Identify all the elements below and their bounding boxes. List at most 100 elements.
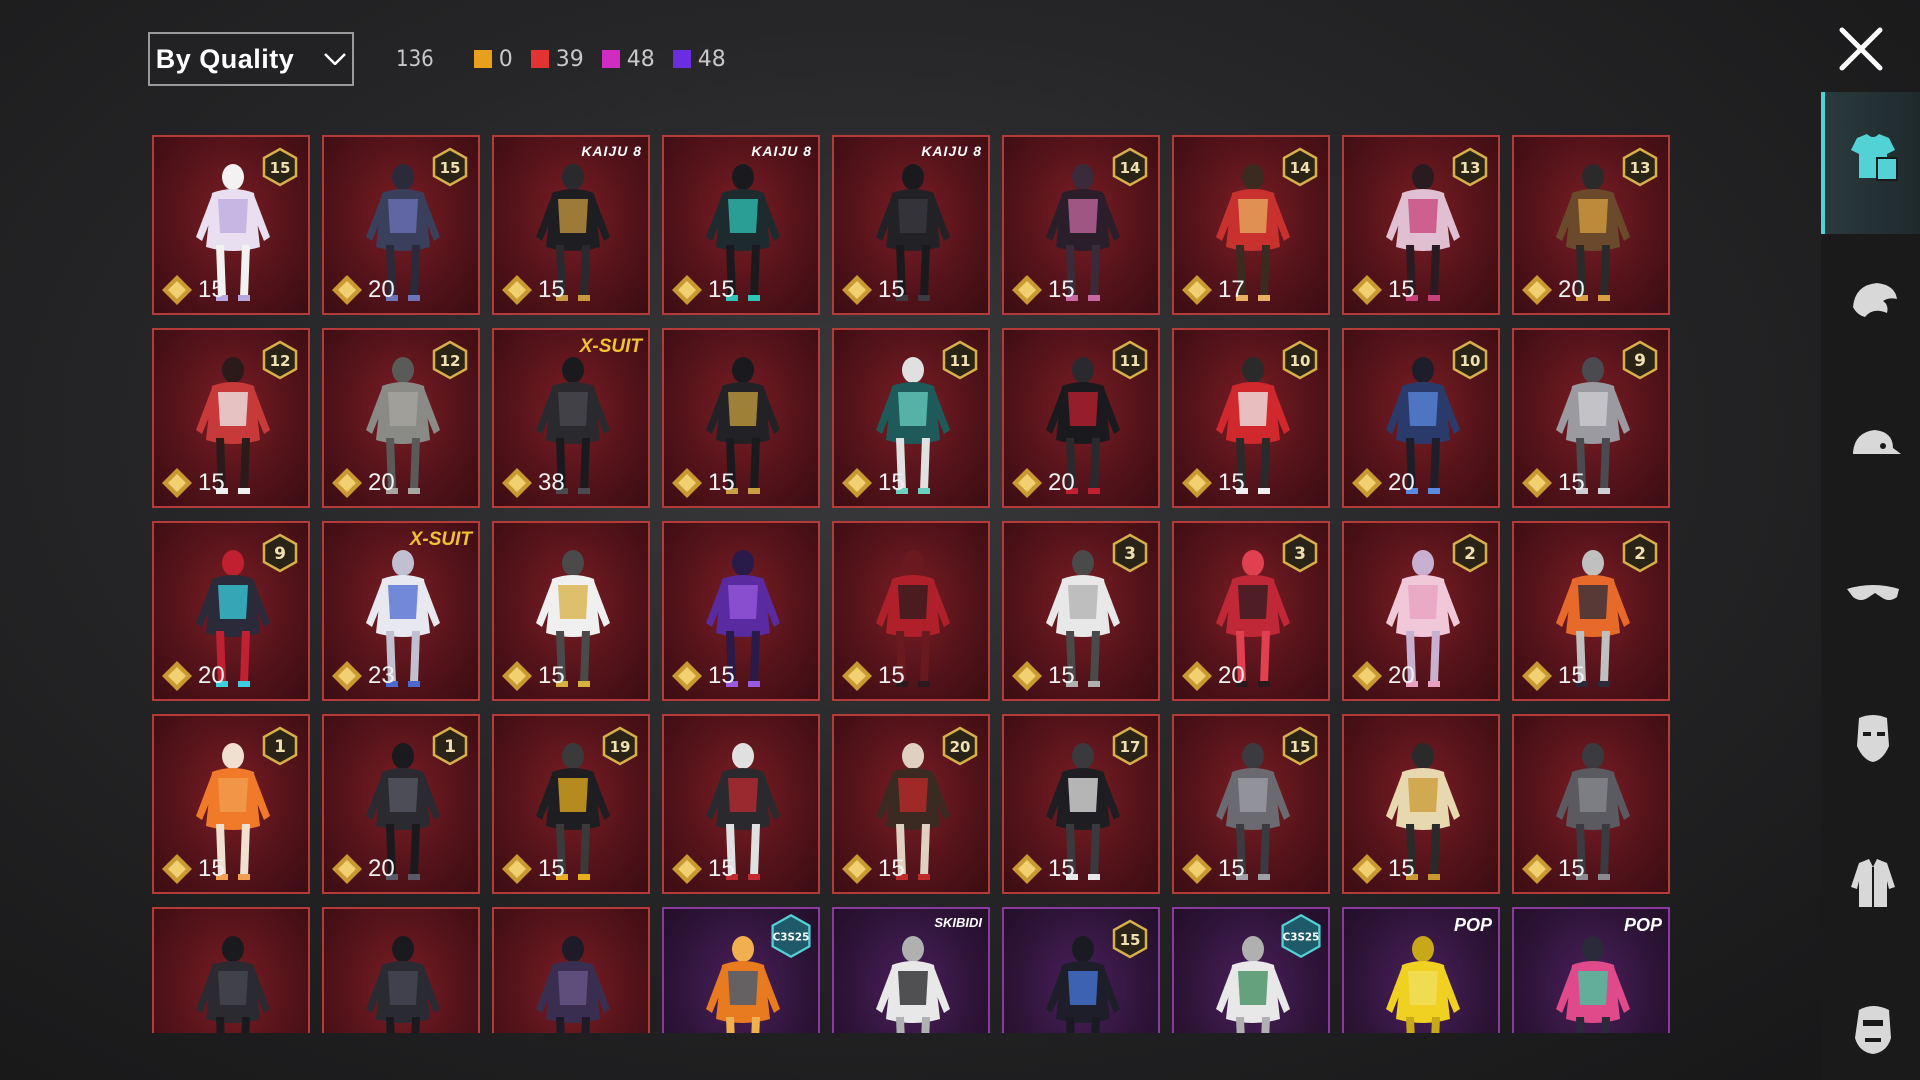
sidebar-tab-cap[interactable] — [1843, 418, 1903, 478]
outfit-card[interactable]: KAIJU 8 15 — [832, 135, 990, 315]
price-tag: 15 — [160, 466, 225, 500]
jacket-icon — [1851, 859, 1895, 907]
currency-icon — [1522, 275, 1552, 305]
outfit-card[interactable]: 15 15 — [1172, 714, 1330, 894]
outfit-card[interactable]: 15 — [1002, 907, 1160, 1033]
outfit-card[interactable]: 17 15 — [1002, 714, 1160, 894]
sidebar-tab-outfit[interactable] — [1843, 128, 1903, 188]
outfit-card[interactable]: 9 20 — [152, 521, 310, 701]
outfit-card[interactable]: POP — [1342, 907, 1500, 1033]
outfit-card[interactable]: X-SUIT 23 — [322, 521, 480, 701]
price-tag: 15 — [670, 466, 735, 500]
outfit-card[interactable]: 13 15 — [1342, 135, 1500, 315]
outfit-card[interactable]: 14 17 — [1172, 135, 1330, 315]
face-icon — [1855, 1006, 1891, 1054]
outfit-card[interactable]: KAIJU 8 15 — [492, 135, 650, 315]
currency-icon — [1012, 854, 1042, 884]
svg-text:9: 9 — [274, 544, 286, 564]
price-tag: 20 — [1010, 466, 1075, 500]
price-tag: 15 — [500, 659, 565, 693]
outfit-card[interactable]: 15 — [1342, 714, 1500, 894]
price-value: 20 — [198, 662, 225, 689]
outfit-card[interactable]: X-SUIT 38 — [492, 328, 650, 508]
outfit-card[interactable]: 13 20 — [1512, 135, 1670, 315]
price-value: 15 — [198, 276, 225, 303]
outfit-card[interactable]: SKIBIDI — [832, 907, 990, 1033]
outfit-card[interactable] — [152, 907, 310, 1033]
price-value: 20 — [1218, 662, 1245, 689]
outfit-card[interactable]: 20 15 — [832, 714, 990, 894]
outfit-card[interactable]: 19 15 — [492, 714, 650, 894]
outfit-card[interactable]: 10 15 — [1172, 328, 1330, 508]
outfit-card[interactable]: 15 — [662, 714, 820, 894]
outfit-card[interactable]: 2 20 — [1342, 521, 1500, 701]
outfit-card[interactable]: 12 20 — [322, 328, 480, 508]
svg-text:11: 11 — [950, 352, 971, 370]
outfit-card[interactable]: 14 15 — [1002, 135, 1160, 315]
svg-text:19: 19 — [610, 738, 631, 756]
outfit-card[interactable]: KAIJU 8 15 — [662, 135, 820, 315]
outfit-card[interactable] — [322, 907, 480, 1033]
sidebar-tab-jacket[interactable] — [1843, 853, 1903, 913]
price-value: 15 — [1218, 469, 1245, 496]
outfit-card[interactable]: 12 15 — [152, 328, 310, 508]
outfit-card[interactable]: 15 — [832, 521, 990, 701]
price-value: 15 — [198, 469, 225, 496]
price-tag: 15 — [1520, 466, 1585, 500]
outfit-card[interactable]: 10 20 — [1342, 328, 1500, 508]
sidebar-tab-hair[interactable] — [1843, 273, 1903, 333]
quality-swatch — [473, 50, 492, 68]
price-value: 15 — [1048, 276, 1075, 303]
currency-icon — [672, 854, 702, 884]
outfit-card[interactable]: 3 20 — [1172, 521, 1330, 701]
price-tag: 15 — [840, 273, 905, 307]
price-value: 15 — [538, 855, 565, 882]
outfit-card[interactable]: 15 — [492, 521, 650, 701]
level-badge-icon: 15 — [1112, 919, 1148, 959]
category-sidebar — [1821, 92, 1920, 1080]
outfit-card[interactable]: 1 15 — [152, 714, 310, 894]
outfit-card[interactable]: C3S25 — [662, 907, 820, 1033]
outfit-card[interactable]: 11 15 — [832, 328, 990, 508]
currency-icon — [1012, 275, 1042, 305]
sidebar-tab-mask[interactable] — [1843, 708, 1903, 768]
outfit-card[interactable]: 1 20 — [322, 714, 480, 894]
price-value: 20 — [1048, 469, 1075, 496]
outfit-card[interactable]: 3 15 — [1002, 521, 1160, 701]
currency-icon — [1182, 854, 1212, 884]
outfit-card[interactable]: 15 15 — [152, 135, 310, 315]
outfit-card[interactable]: 11 20 — [1002, 328, 1160, 508]
currency-icon — [332, 275, 362, 305]
outfit-card[interactable]: 9 15 — [1512, 328, 1670, 508]
close-icon[interactable] — [1836, 24, 1886, 74]
svg-text:14: 14 — [1290, 159, 1311, 177]
outfit-card[interactable]: 2 15 — [1512, 521, 1670, 701]
price-tag: 17 — [1180, 273, 1245, 307]
svg-text:9: 9 — [1634, 351, 1646, 371]
level-badge-icon: 3 — [1112, 533, 1148, 573]
sort-dropdown[interactable]: By Quality — [148, 32, 354, 86]
collab-tag: KAIJU 8 — [751, 143, 812, 159]
sidebar-tab-glasses[interactable] — [1843, 563, 1903, 623]
outfit-card[interactable]: 15 — [662, 328, 820, 508]
currency-icon — [672, 661, 702, 691]
outfit-card[interactable]: 15 20 — [322, 135, 480, 315]
price-value: 20 — [368, 469, 395, 496]
outfit-card[interactable]: 15 — [1512, 714, 1670, 894]
sort-dropdown-label: By Quality — [155, 43, 295, 74]
level-badge-icon: 2 — [1452, 533, 1488, 573]
price-tag: 15 — [670, 852, 735, 886]
outfit-card[interactable]: C3S25 — [1172, 907, 1330, 1033]
level-badge-icon: 20 — [942, 726, 978, 766]
outfit-card[interactable] — [492, 907, 650, 1033]
currency-icon — [502, 854, 532, 884]
collab-tag: POP — [1623, 915, 1662, 935]
outfit-card[interactable]: 15 — [662, 521, 820, 701]
price-tag: 15 — [1350, 273, 1415, 307]
sidebar-tab-face[interactable] — [1843, 998, 1903, 1058]
currency-icon — [672, 275, 702, 305]
outfit-card[interactable]: POP — [1512, 907, 1670, 1033]
price-value: 20 — [368, 855, 395, 882]
price-tag: 15 — [1010, 852, 1075, 886]
quality-count: 39 — [530, 47, 584, 72]
